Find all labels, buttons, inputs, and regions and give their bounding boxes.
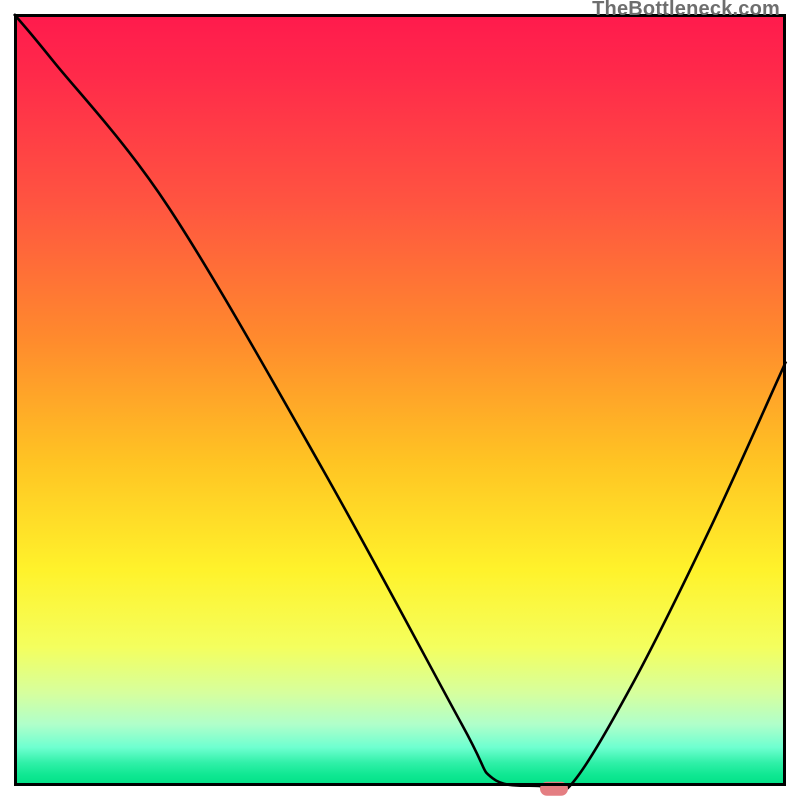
- chart-line-layer: [14, 14, 786, 786]
- bottleneck-chart: TheBottleneck.com: [0, 0, 800, 800]
- bottleneck-curve: [14, 14, 786, 794]
